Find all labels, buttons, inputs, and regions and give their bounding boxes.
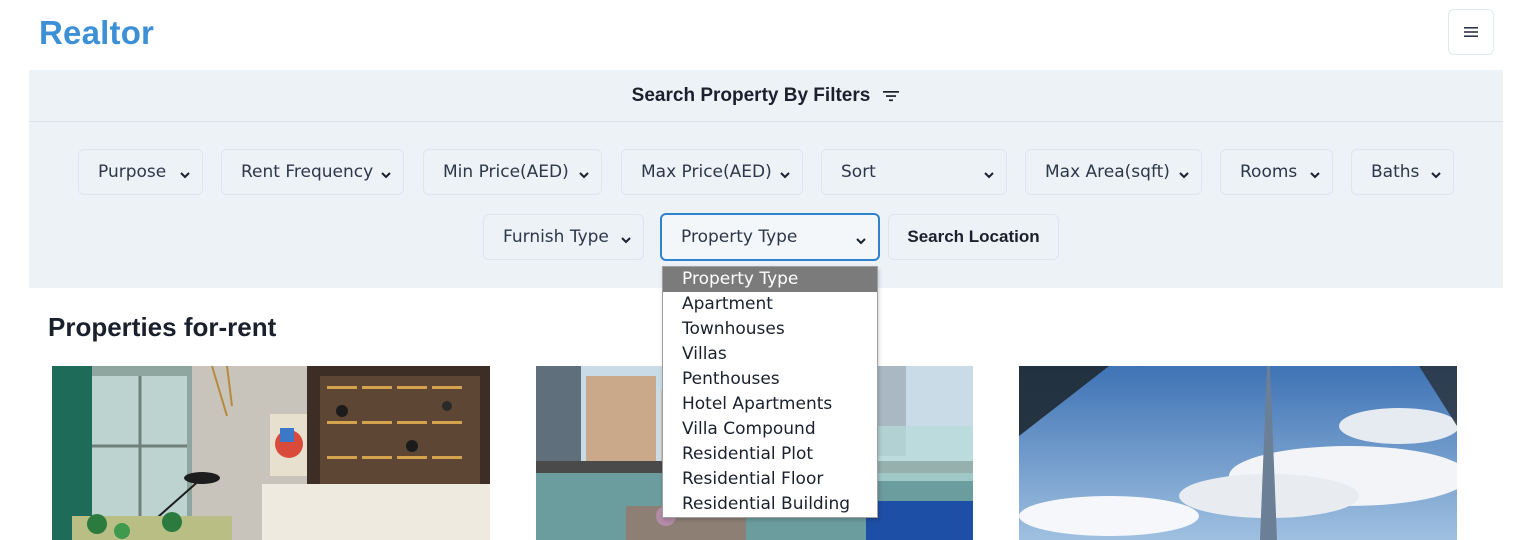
rent-frequency-select-label: Rent Frequency: [241, 162, 374, 182]
chevron-down-icon: [1309, 166, 1321, 186]
rooms-select[interactable]: Rooms: [1220, 149, 1333, 195]
purpose-select[interactable]: Purpose: [78, 149, 203, 195]
dropdown-option[interactable]: Apartment: [663, 292, 877, 317]
chevron-down-icon: [578, 166, 590, 186]
filter-panel-header[interactable]: Search Property By Filters: [29, 70, 1503, 122]
max-area-select-label: Max Area(sqft): [1045, 162, 1170, 182]
chevron-down-icon: [855, 232, 867, 252]
max-price-select[interactable]: Max Price(AED): [621, 149, 803, 195]
dropdown-option[interactable]: Hotel Apartments: [663, 392, 877, 417]
dropdown-option[interactable]: Residential Floor: [663, 467, 877, 492]
dropdown-option[interactable]: Residential Building: [663, 492, 877, 517]
baths-select[interactable]: Baths: [1351, 149, 1454, 195]
search-location-button[interactable]: Search Location: [888, 214, 1059, 260]
menu-button[interactable]: [1448, 9, 1494, 55]
dropdown-option[interactable]: Penthouses: [663, 367, 877, 392]
dropdown-option[interactable]: Townhouses: [663, 317, 877, 342]
baths-select-label: Baths: [1371, 162, 1420, 182]
chevron-down-icon: [179, 166, 191, 186]
chevron-down-icon: [983, 166, 995, 186]
filter-panel-title: Search Property By Filters: [631, 84, 871, 106]
filter-lines-icon: [882, 89, 900, 103]
property-card-image-3[interactable]: [1019, 366, 1457, 540]
chevron-down-icon: [1430, 166, 1442, 186]
chevron-down-icon: [1178, 166, 1190, 186]
sort-select-label: Sort: [841, 162, 876, 182]
property-card-image-1[interactable]: [52, 366, 490, 540]
rooms-select-label: Rooms: [1240, 162, 1298, 182]
property-type-select[interactable]: Property Type: [660, 213, 880, 261]
dropdown-option[interactable]: Property Type: [663, 267, 877, 292]
dropdown-option[interactable]: Residential Plot: [663, 442, 877, 467]
property-type-select-label: Property Type: [681, 227, 798, 247]
min-price-select[interactable]: Min Price(AED): [423, 149, 602, 195]
property-type-dropdown: Property Type Apartment Townhouses Villa…: [662, 266, 878, 518]
dropdown-option[interactable]: Villa Compound: [663, 417, 877, 442]
sort-select[interactable]: Sort: [821, 149, 1007, 195]
furnish-type-select-label: Furnish Type: [503, 227, 609, 247]
dropdown-option[interactable]: Villas: [663, 342, 877, 367]
rent-frequency-select[interactable]: Rent Frequency: [221, 149, 404, 195]
chevron-down-icon: [779, 166, 791, 186]
brand-logo[interactable]: Realtor: [39, 14, 154, 52]
max-area-select[interactable]: Max Area(sqft): [1025, 149, 1202, 195]
purpose-select-label: Purpose: [98, 162, 167, 182]
hamburger-menu-icon: [1464, 26, 1478, 38]
min-price-select-label: Min Price(AED): [443, 162, 569, 182]
max-price-select-label: Max Price(AED): [641, 162, 772, 182]
chevron-down-icon: [620, 231, 632, 251]
chevron-down-icon: [380, 166, 392, 186]
listing-title: Properties for-rent: [48, 312, 277, 342]
top-navbar: Realtor: [0, 0, 1521, 70]
furnish-type-select[interactable]: Furnish Type: [483, 214, 644, 260]
